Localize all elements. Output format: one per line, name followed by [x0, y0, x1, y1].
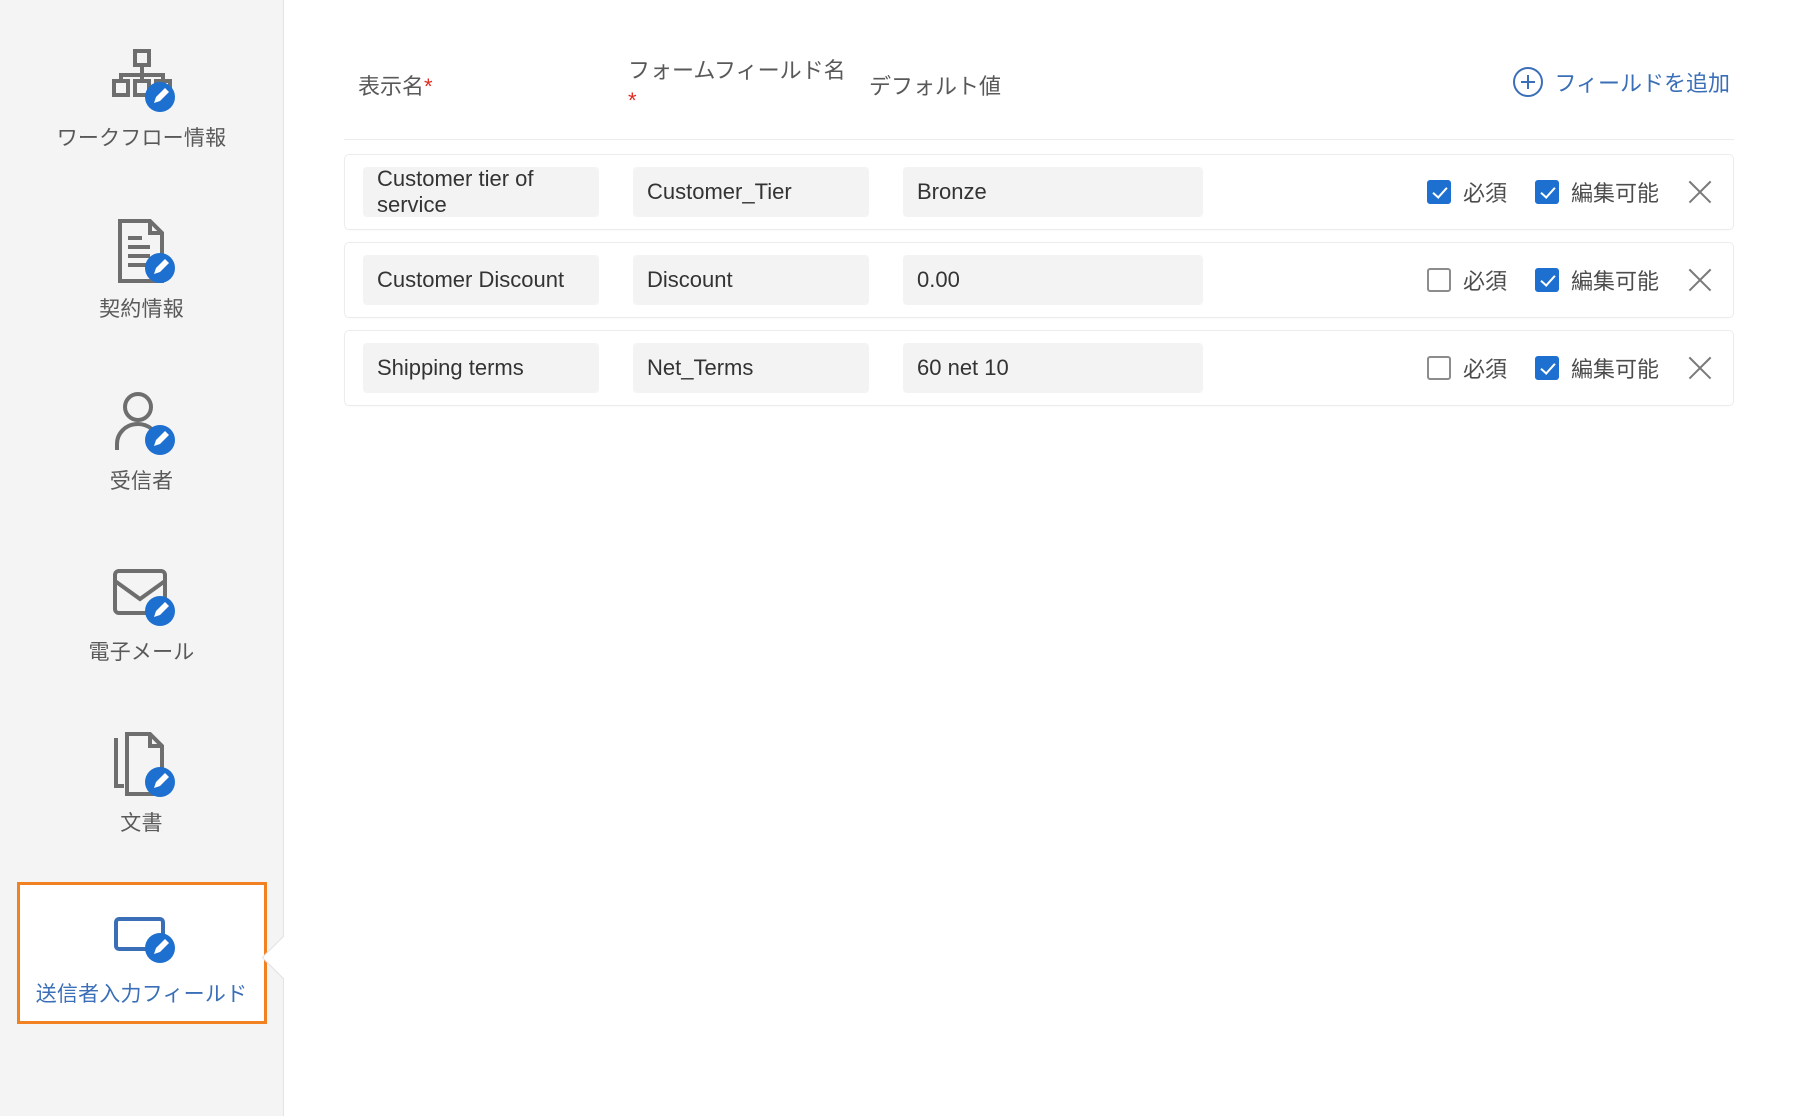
app-root: ワークフロー情報 契約情報 受信者 電子メール 文書 送信者入力フィールド 表示…	[0, 0, 1794, 1116]
add-field-button-label: フィールドを追加	[1554, 71, 1730, 96]
sidebar-item-recipients[interactable]: 受信者	[17, 369, 267, 510]
editable-checkbox-group[interactable]: 編集可能	[1534, 176, 1659, 208]
sender-input-fields-icon	[105, 899, 179, 973]
required-checkbox-group[interactable]: 必須	[1426, 264, 1507, 296]
editable-checkbox-group[interactable]: 編集可能	[1534, 352, 1659, 384]
column-header-form-field-name-text: フォームフィールド名	[628, 58, 846, 83]
required-checkbox[interactable]	[1426, 268, 1451, 292]
field-rows: Customer tier of service Customer_Tier B…	[344, 140, 1734, 406]
column-header-display-name-text: 表示名	[358, 74, 425, 99]
sidebar-item-label: 電子メール	[88, 640, 195, 664]
editable-checkbox[interactable]	[1534, 268, 1559, 292]
column-header-display-name: 表示名*	[358, 72, 598, 102]
column-header-form-field-name: フォームフィールド名 *	[628, 56, 863, 115]
editable-checkbox-label: 編集可能	[1570, 357, 1659, 382]
sidebar-item-email[interactable]: 電子メール	[17, 540, 267, 681]
required-checkbox-group[interactable]: 必須	[1426, 352, 1507, 384]
display-name-input[interactable]: Shipping terms	[363, 343, 599, 393]
editable-checkbox-label: 編集可能	[1570, 181, 1659, 206]
sidebar-item-label: ワークフロー情報	[56, 127, 227, 150]
row-controls: 必須 編集可能	[1426, 243, 1717, 317]
agreement-info-icon	[105, 214, 179, 288]
column-header-default-value: デフォルト値	[869, 74, 1002, 99]
close-icon[interactable]	[1683, 175, 1717, 209]
default-value-input[interactable]: Bronze	[903, 167, 1203, 217]
sidebar-item-workflow-info[interactable]: ワークフロー情報	[17, 26, 267, 167]
required-checkbox[interactable]	[1426, 180, 1451, 204]
editable-checkbox[interactable]	[1534, 180, 1559, 204]
email-icon	[105, 557, 179, 631]
sidebar-item-documents[interactable]: 文書	[17, 711, 267, 852]
form-field-name-input[interactable]: Discount	[633, 255, 869, 305]
required-checkbox-group[interactable]: 必須	[1426, 176, 1507, 208]
editable-checkbox-group[interactable]: 編集可能	[1534, 264, 1659, 296]
table-row: Customer tier of service Customer_Tier B…	[344, 154, 1734, 230]
recipients-icon	[105, 386, 179, 460]
editable-checkbox-label: 編集可能	[1570, 269, 1659, 294]
required-checkbox-label: 必須	[1462, 269, 1507, 294]
add-field-button[interactable]: フィールドを追加	[1513, 66, 1730, 98]
sidebar-selection-notch	[262, 935, 284, 979]
sidebar-item-label: 受信者	[109, 469, 174, 493]
close-icon[interactable]	[1683, 351, 1717, 385]
documents-icon	[105, 728, 179, 802]
required-checkbox-label: 必須	[1462, 357, 1507, 382]
row-controls: 必須 編集可能	[1426, 331, 1717, 405]
editable-checkbox[interactable]	[1534, 356, 1559, 380]
sidebar-item-agreement-info[interactable]: 契約情報	[17, 197, 267, 338]
row-controls: 必須 編集可能	[1426, 155, 1717, 229]
sidebar-item-label: 送信者入力フィールド	[35, 983, 248, 1007]
display-name-input[interactable]: Customer tier of service	[363, 166, 599, 217]
required-marker: *	[628, 87, 637, 113]
sidebar-item-label: 契約情報	[99, 298, 184, 322]
display-name-input[interactable]: Customer Discount	[363, 255, 599, 305]
close-icon[interactable]	[1683, 263, 1717, 297]
default-value-input[interactable]: 0.00	[903, 255, 1203, 305]
required-marker: *	[424, 74, 433, 99]
sidebar: ワークフロー情報 契約情報 受信者 電子メール 文書 送信者入力フィールド	[0, 0, 284, 1116]
sidebar-item-sender-input-fields[interactable]: 送信者入力フィールド	[16, 882, 267, 1024]
main-content: 表示名* フォームフィールド名 * デフォルト値 フィールドを追加 Custome…	[284, 0, 1794, 1116]
table-header: 表示名* フォームフィールド名 * デフォルト値 フィールドを追加	[344, 0, 1734, 140]
required-checkbox-label: 必須	[1462, 181, 1507, 206]
form-field-name-input[interactable]: Net_Terms	[633, 343, 869, 393]
workflow-info-icon	[105, 43, 179, 117]
table-row: Shipping terms Net_Terms 60 net 10 必須 編集…	[344, 330, 1734, 406]
sidebar-item-label: 文書	[120, 812, 163, 835]
plus-circle-icon	[1513, 67, 1544, 97]
required-checkbox[interactable]	[1426, 356, 1451, 380]
default-value-input[interactable]: 60 net 10	[903, 343, 1203, 393]
form-field-name-input[interactable]: Customer_Tier	[633, 167, 869, 217]
table-row: Customer Discount Discount 0.00 必須 編集可能	[344, 242, 1734, 318]
